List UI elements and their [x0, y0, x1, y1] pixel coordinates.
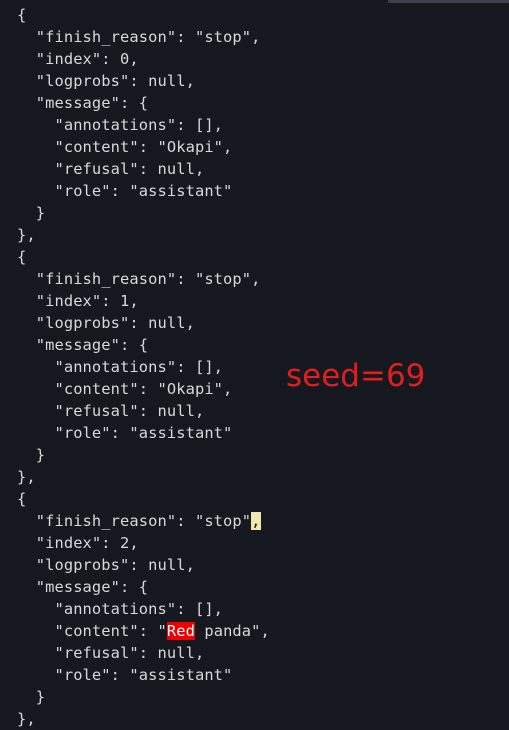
code-line[interactable]: },: [17, 224, 270, 246]
json-code-view[interactable]: { "finish_reason": "stop", "index": 0, "…: [17, 4, 270, 730]
code-line[interactable]: "finish_reason": "stop",: [17, 510, 270, 532]
code-line[interactable]: "logprobs": null,: [17, 70, 270, 92]
code-text: "content": ": [17, 622, 167, 640]
code-text: panda",: [194, 622, 270, 640]
code-line[interactable]: "annotations": [],: [17, 114, 270, 136]
text-cursor: ,: [251, 512, 261, 530]
code-line[interactable]: }: [17, 202, 270, 224]
code-line[interactable]: "annotations": [],: [17, 356, 270, 378]
code-line[interactable]: "refusal": null,: [17, 158, 270, 180]
code-line[interactable]: }: [17, 444, 270, 466]
editor-top-bar: [388, 0, 509, 3]
code-line[interactable]: "annotations": [],: [17, 598, 270, 620]
code-line[interactable]: "index": 0,: [17, 48, 270, 70]
code-line[interactable]: {: [17, 4, 270, 26]
code-line[interactable]: "message": {: [17, 334, 270, 356]
code-line[interactable]: },: [17, 466, 270, 488]
code-line[interactable]: "logprobs": null,: [17, 312, 270, 334]
code-line[interactable]: "finish_reason": "stop",: [17, 268, 270, 290]
code-line[interactable]: "index": 1,: [17, 290, 270, 312]
code-line[interactable]: "index": 2,: [17, 532, 270, 554]
code-line[interactable]: "role": "assistant": [17, 664, 270, 686]
code-editor[interactable]: { "finish_reason": "stop", "index": 0, "…: [0, 0, 509, 729]
code-line[interactable]: "content": "Okapi",: [17, 378, 270, 400]
code-line[interactable]: "role": "assistant": [17, 422, 270, 444]
code-line[interactable]: "content": "Red panda",: [17, 620, 270, 642]
code-line[interactable]: "role": "assistant": [17, 180, 270, 202]
code-line[interactable]: "logprobs": null,: [17, 554, 270, 576]
code-text: "finish_reason": "stop": [17, 512, 252, 530]
code-line[interactable]: "refusal": null,: [17, 400, 270, 422]
search-match-highlight: Red: [166, 622, 195, 640]
code-line[interactable]: "message": {: [17, 576, 270, 598]
code-line[interactable]: {: [17, 246, 270, 268]
code-line[interactable]: "finish_reason": "stop",: [17, 26, 270, 48]
code-line[interactable]: "refusal": null,: [17, 642, 270, 664]
code-line[interactable]: },: [17, 708, 270, 730]
seed-label: seed=69: [286, 358, 426, 394]
code-line[interactable]: "content": "Okapi",: [17, 136, 270, 158]
code-line[interactable]: }: [17, 686, 270, 708]
code-line[interactable]: "message": {: [17, 92, 270, 114]
code-line[interactable]: {: [17, 488, 270, 510]
